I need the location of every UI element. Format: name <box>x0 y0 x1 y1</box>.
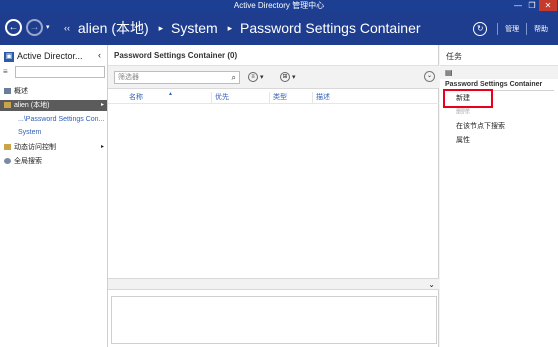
minimize-button[interactable]: — <box>511 0 525 11</box>
nav-item-domain[interactable]: alien (本地) ▸ <box>0 100 107 111</box>
tasks-toolbar: ▤ <box>440 65 558 79</box>
nav-item-password-settings[interactable]: ...\Password Settings Con... <box>0 114 107 125</box>
nav-divider <box>526 23 528 35</box>
search-icon[interactable]: ⌕ <box>232 72 236 83</box>
chevron-down-icon: ▾ <box>259 74 264 81</box>
breadcrumb-item-system[interactable]: System <box>171 20 218 36</box>
tasks-title: 任务 <box>446 52 462 61</box>
window-title: Active Directory 管理中心 <box>233 1 325 10</box>
close-button[interactable]: ✕ <box>539 0 557 11</box>
help-menu[interactable]: 帮助 <box>534 26 548 33</box>
details-splitter[interactable]: ⌄ <box>108 278 439 290</box>
nav-item-overview[interactable]: 概述 <box>0 86 107 97</box>
navigation-filter-input[interactable] <box>15 66 105 78</box>
nav-divider <box>497 23 499 35</box>
column-header-name[interactable]: 名称 <box>126 92 211 104</box>
list-view-icon[interactable]: ≡ <box>3 67 8 76</box>
tasks-section-title: Password Settings Container <box>445 81 543 88</box>
table-header: ▲ 名称 优先 类型 描述 <box>108 91 439 104</box>
task-properties[interactable]: 属性 <box>456 136 470 146</box>
domain-icon <box>4 102 11 109</box>
navigation-pane: ▣ Active Director... ‹ ≡ 概述 alien (本地) ▸ … <box>0 45 108 347</box>
overview-icon <box>4 88 11 95</box>
ad-logo-icon: ▣ <box>4 51 14 62</box>
breadcrumb: ‹‹ alien (本地) ▸ System ▸ Password Settin… <box>62 19 425 39</box>
annotation-highlight-box <box>443 89 493 108</box>
back-button[interactable]: ← <box>5 19 22 36</box>
content-pane: Password Settings Container (0) 筛选器 ⌕ ≡ … <box>108 45 439 347</box>
add-criteria-button[interactable]: ⊞ ▾ <box>280 71 302 84</box>
navigation-pane-title: ▣ Active Director... <box>4 51 83 62</box>
column-header-description[interactable]: 描述 <box>312 92 397 104</box>
search-icon <box>4 158 11 165</box>
grid-options-icon: ⊞ <box>280 72 290 83</box>
nav-item-label: alien (本地) <box>14 102 50 109</box>
expand-arrow-icon[interactable]: ▸ <box>101 142 104 153</box>
content-toolbar: 筛选器 ⌕ ≡ ▾ ⊞ ▾ ⌄ <box>108 65 439 89</box>
breadcrumb-separator-icon[interactable]: ▸ <box>228 23 233 33</box>
expand-arrow-icon[interactable]: ▸ <box>101 100 104 111</box>
filter-input[interactable]: 筛选器 ⌕ <box>114 71 240 84</box>
refresh-icon[interactable]: ↻ <box>473 22 488 36</box>
nav-item-system[interactable]: System <box>0 127 107 138</box>
column-header-type[interactable]: 类型 <box>269 92 312 104</box>
list-options-icon: ≡ <box>248 72 258 83</box>
breadcrumb-item-container[interactable]: Password Settings Container <box>240 20 421 36</box>
manage-menu[interactable]: 管理 <box>505 26 519 33</box>
tasks-view-icon[interactable]: ▤ <box>445 68 453 77</box>
forward-button[interactable]: → <box>26 19 43 36</box>
column-header-precedence[interactable]: 优先 <box>211 92 269 104</box>
breadcrumb-separator-icon[interactable]: ▸ <box>159 23 164 33</box>
nav-item-label: 动态访问控制 <box>14 144 56 151</box>
task-search-under-node[interactable]: 在该节点下搜索 <box>456 122 505 132</box>
content-header: Password Settings Container (0) <box>114 51 238 60</box>
chevron-down-icon[interactable]: ⌄ <box>428 279 435 291</box>
window-titlebar: Active Directory 管理中心 <box>0 0 558 12</box>
nav-item-label: 概述 <box>14 88 28 95</box>
history-dropdown-icon[interactable]: ▾ <box>46 23 50 31</box>
view-options-button[interactable]: ≡ ▾ <box>248 71 270 84</box>
task-delete[interactable]: 删除 <box>456 107 470 117</box>
details-preview-pane <box>111 296 437 344</box>
nav-item-label: 全局搜索 <box>14 158 42 165</box>
nav-actions: ↻ 管理 帮助 <box>473 22 548 36</box>
breadcrumb-overflow-icon[interactable]: ‹‹ <box>64 23 70 33</box>
chevron-down-icon: ▾ <box>291 74 296 81</box>
navigation-bar: ← → ▾ ‹‹ alien (本地) ▸ System ▸ Password … <box>0 12 558 45</box>
maximize-button[interactable]: ❐ <box>525 0 539 11</box>
breadcrumb-item-domain[interactable]: alien (本地) <box>78 20 149 36</box>
expand-toolbar-icon[interactable]: ⌄ <box>424 71 435 82</box>
nav-item-dynamic-access-control[interactable]: 动态访问控制 ▸ <box>0 142 107 153</box>
folder-icon <box>4 144 11 151</box>
filter-placeholder: 筛选器 <box>118 74 139 81</box>
navigation-pane-title-text: Active Director... <box>17 51 83 61</box>
nav-item-global-search[interactable]: 全局搜索 <box>0 156 107 167</box>
collapse-pane-icon[interactable]: ‹ <box>98 50 101 60</box>
